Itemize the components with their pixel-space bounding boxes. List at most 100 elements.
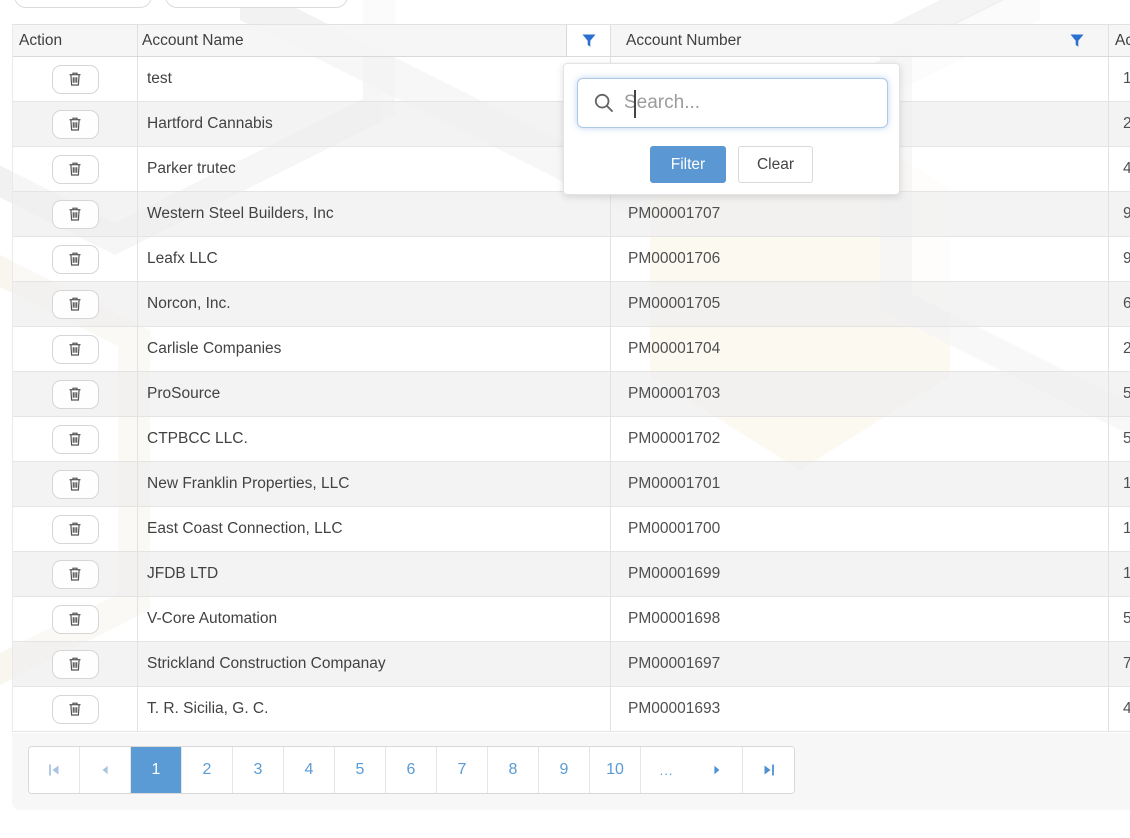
- first-page-icon: [46, 762, 62, 778]
- account-name-cell: test: [138, 57, 611, 101]
- account-name-cell: Western Steel Builders, Inc: [138, 192, 611, 236]
- account-number-cell: PM00001701: [611, 462, 1109, 506]
- table-row: ProSource PM00001703 50: [13, 372, 1130, 417]
- row-action-cell: [13, 102, 138, 146]
- table-row: Leafx LLC PM00001706 94: [13, 237, 1130, 282]
- row-action-cell: [13, 237, 138, 281]
- page-number-button[interactable]: 5: [335, 747, 386, 793]
- row-action-cell: [13, 327, 138, 371]
- clipped-value-cell: 47: [1109, 147, 1130, 191]
- page-number-button[interactable]: 2: [182, 747, 233, 793]
- table-row: V-Core Automation PM00001698 52: [13, 597, 1130, 642]
- filter-button[interactable]: Filter: [650, 146, 726, 183]
- account-name-cell: East Coast Connection, LLC: [138, 507, 611, 551]
- account-number-cell: PM00001705: [611, 282, 1109, 326]
- row-action-cell: [13, 642, 138, 686]
- row-action-cell: [13, 417, 138, 461]
- account-name-cell: Carlisle Companies: [138, 327, 611, 371]
- trash-icon: [67, 431, 83, 447]
- trash-icon: [67, 341, 83, 357]
- next-page-button[interactable]: [692, 747, 743, 793]
- column-header-clipped[interactable]: Ac: [1109, 25, 1130, 56]
- account-number-cell: PM00001699: [611, 552, 1109, 596]
- page-number-button[interactable]: 8: [488, 747, 539, 793]
- first-page-button[interactable]: [29, 747, 80, 793]
- toolbar-button-stub-1[interactable]: [14, 0, 152, 8]
- page-number-button[interactable]: 7: [437, 747, 488, 793]
- clipped-value-cell: 27: [1109, 327, 1130, 371]
- account-name-cell: Strickland Construction Companay: [138, 642, 611, 686]
- account-number-cell: PM00001707: [611, 192, 1109, 236]
- previous-page-button[interactable]: [80, 747, 131, 793]
- delete-row-button[interactable]: [52, 470, 99, 499]
- table-row: Norcon, Inc. PM00001705 60: [13, 282, 1130, 327]
- account-number-cell: PM00001704: [611, 327, 1109, 371]
- account-name-cell: Norcon, Inc.: [138, 282, 611, 326]
- page-number-button[interactable]: 1: [131, 747, 182, 793]
- column-header-account-number[interactable]: Account Number: [611, 25, 1109, 56]
- delete-row-button[interactable]: [52, 650, 99, 679]
- account-name-cell: JFDB LTD: [138, 552, 611, 596]
- filter-search-box[interactable]: [577, 78, 888, 128]
- clipped-value-cell: 4: [1109, 687, 1130, 731]
- account-name-cell: ProSource: [138, 372, 611, 416]
- account-name-cell: Leafx LLC: [138, 237, 611, 281]
- clear-button[interactable]: Clear: [738, 146, 813, 183]
- delete-row-button[interactable]: [52, 515, 99, 544]
- table-row: New Franklin Properties, LLC PM00001701 …: [13, 462, 1130, 507]
- delete-row-button[interactable]: [52, 380, 99, 409]
- account-name-cell: Hartford Cannabis: [138, 102, 611, 146]
- previous-page-icon: [98, 763, 112, 777]
- account-number-filter-button[interactable]: [1070, 25, 1108, 56]
- delete-row-button[interactable]: [52, 335, 99, 364]
- delete-row-button[interactable]: [52, 155, 99, 184]
- page-number-button[interactable]: ...: [641, 747, 692, 793]
- clipped-value-cell: 5: [1109, 417, 1130, 461]
- page-number-button[interactable]: 4: [284, 747, 335, 793]
- account-name-filter-popup: Filter Clear: [563, 63, 900, 195]
- page-number-button[interactable]: 10: [590, 747, 641, 793]
- delete-row-button[interactable]: [52, 65, 99, 94]
- clipped-value-cell: 50: [1109, 372, 1130, 416]
- table-row: Carlisle Companies PM00001704 27: [13, 327, 1130, 372]
- popup-button-row: Filter Clear: [564, 146, 899, 183]
- account-number-cell: PM00001702: [611, 417, 1109, 461]
- column-header-label: Account Number: [626, 32, 741, 50]
- trash-icon: [67, 611, 83, 627]
- delete-row-button[interactable]: [52, 605, 99, 634]
- row-action-cell: [13, 597, 138, 641]
- row-action-cell: [13, 282, 138, 326]
- toolbar-button-stub-2[interactable]: [165, 0, 348, 8]
- account-name-filter-button[interactable]: [566, 25, 610, 56]
- account-number-cell: PM00001700: [611, 507, 1109, 551]
- delete-row-button[interactable]: [52, 695, 99, 724]
- account-name-cell: T. R. Sicilia, G. C.: [138, 687, 611, 731]
- table-row: T. R. Sicilia, G. C. PM00001693 4: [13, 687, 1130, 732]
- delete-row-button[interactable]: [52, 110, 99, 139]
- delete-row-button[interactable]: [52, 425, 99, 454]
- trash-icon: [67, 521, 83, 537]
- grid-footer: 1 2 3 4 5 6 7 8 9 10 ...: [12, 733, 1130, 810]
- search-input[interactable]: [615, 79, 887, 127]
- last-page-button[interactable]: [743, 747, 794, 793]
- delete-row-button[interactable]: [52, 560, 99, 589]
- trash-icon: [67, 476, 83, 492]
- page-number-button[interactable]: 9: [539, 747, 590, 793]
- column-header-account-name[interactable]: Account Name: [138, 25, 611, 56]
- clipped-value-cell: 16: [1109, 552, 1130, 596]
- delete-row-button[interactable]: [52, 200, 99, 229]
- table-row: Western Steel Builders, Inc PM00001707 9…: [13, 192, 1130, 237]
- search-icon: [593, 92, 615, 114]
- delete-row-button[interactable]: [52, 245, 99, 274]
- delete-row-button[interactable]: [52, 290, 99, 319]
- row-action-cell: [13, 57, 138, 101]
- trash-icon: [67, 386, 83, 402]
- column-header-action[interactable]: Action: [13, 25, 138, 56]
- account-name-cell: Parker trutec: [138, 147, 611, 191]
- row-action-cell: [13, 552, 138, 596]
- page-number-button[interactable]: 3: [233, 747, 284, 793]
- column-header-label: Account Name: [142, 32, 244, 50]
- next-page-icon: [710, 763, 724, 777]
- page-number-button[interactable]: 6: [386, 747, 437, 793]
- row-action-cell: [13, 687, 138, 731]
